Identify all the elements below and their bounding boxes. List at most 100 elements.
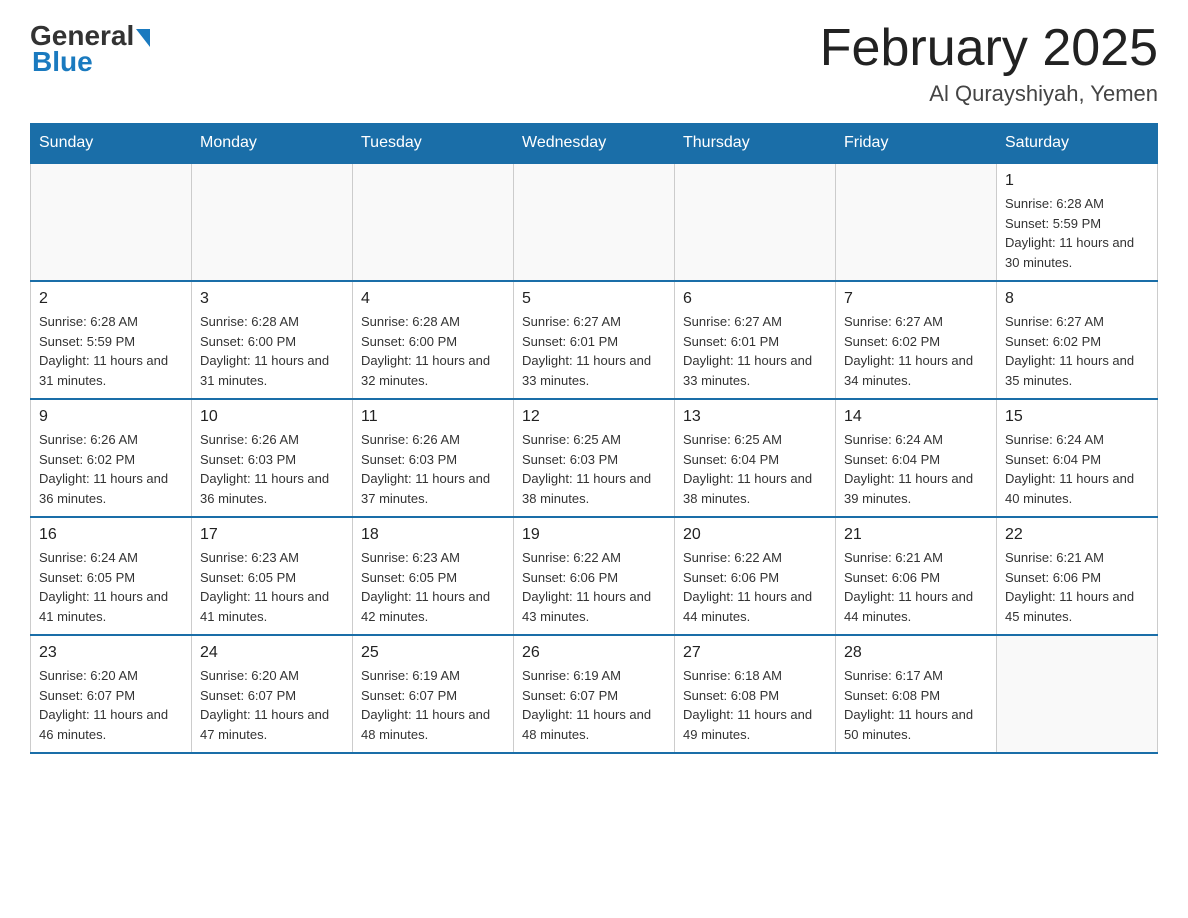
day-number: 22 — [1005, 526, 1149, 544]
month-title: February 2025 — [820, 20, 1158, 77]
day-header-sunday: Sunday — [31, 124, 192, 164]
calendar-cell — [31, 163, 192, 281]
calendar-cell: 14 Sunrise: 6:24 AMSunset: 6:04 PMDayligh… — [836, 399, 997, 517]
calendar-cell: 7 Sunrise: 6:27 AMSunset: 6:02 PMDaylight… — [836, 281, 997, 399]
day-number: 2 — [39, 290, 183, 308]
day-number: 3 — [200, 290, 344, 308]
logo-arrow-icon — [136, 29, 150, 47]
title-area: February 2025 Al Qurayshiyah, Yemen — [820, 20, 1158, 107]
day-number: 4 — [361, 290, 505, 308]
day-info: Sunrise: 6:23 AMSunset: 6:05 PMDaylight:… — [200, 548, 344, 626]
day-number: 14 — [844, 408, 988, 426]
day-header-monday: Monday — [192, 124, 353, 164]
day-info: Sunrise: 6:24 AMSunset: 6:05 PMDaylight:… — [39, 548, 183, 626]
day-number: 26 — [522, 644, 666, 662]
day-number: 7 — [844, 290, 988, 308]
day-number: 23 — [39, 644, 183, 662]
day-header-saturday: Saturday — [997, 124, 1158, 164]
day-info: Sunrise: 6:25 AMSunset: 6:04 PMDaylight:… — [683, 430, 827, 508]
day-number: 21 — [844, 526, 988, 544]
calendar-cell: 25 Sunrise: 6:19 AMSunset: 6:07 PMDayligh… — [353, 635, 514, 753]
calendar-cell: 19 Sunrise: 6:22 AMSunset: 6:06 PMDayligh… — [514, 517, 675, 635]
day-info: Sunrise: 6:21 AMSunset: 6:06 PMDaylight:… — [844, 548, 988, 626]
calendar-cell: 18 Sunrise: 6:23 AMSunset: 6:05 PMDayligh… — [353, 517, 514, 635]
day-info: Sunrise: 6:19 AMSunset: 6:07 PMDaylight:… — [522, 666, 666, 744]
calendar-cell: 16 Sunrise: 6:24 AMSunset: 6:05 PMDayligh… — [31, 517, 192, 635]
calendar-cell: 10 Sunrise: 6:26 AMSunset: 6:03 PMDayligh… — [192, 399, 353, 517]
calendar-cell: 1 Sunrise: 6:28 AMSunset: 5:59 PMDaylight… — [997, 163, 1158, 281]
calendar-table: SundayMondayTuesdayWednesdayThursdayFrid… — [30, 123, 1158, 754]
day-number: 10 — [200, 408, 344, 426]
calendar-cell — [192, 163, 353, 281]
calendar-cell: 12 Sunrise: 6:25 AMSunset: 6:03 PMDayligh… — [514, 399, 675, 517]
day-info: Sunrise: 6:20 AMSunset: 6:07 PMDaylight:… — [39, 666, 183, 744]
day-info: Sunrise: 6:27 AMSunset: 6:02 PMDaylight:… — [844, 312, 988, 390]
day-number: 13 — [683, 408, 827, 426]
day-number: 15 — [1005, 408, 1149, 426]
day-info: Sunrise: 6:26 AMSunset: 6:03 PMDaylight:… — [361, 430, 505, 508]
day-info: Sunrise: 6:17 AMSunset: 6:08 PMDaylight:… — [844, 666, 988, 744]
day-info: Sunrise: 6:24 AMSunset: 6:04 PMDaylight:… — [1005, 430, 1149, 508]
day-info: Sunrise: 6:27 AMSunset: 6:01 PMDaylight:… — [683, 312, 827, 390]
day-number: 12 — [522, 408, 666, 426]
calendar-cell — [514, 163, 675, 281]
day-header-friday: Friday — [836, 124, 997, 164]
day-number: 19 — [522, 526, 666, 544]
calendar-cell: 21 Sunrise: 6:21 AMSunset: 6:06 PMDayligh… — [836, 517, 997, 635]
calendar-cell: 15 Sunrise: 6:24 AMSunset: 6:04 PMDayligh… — [997, 399, 1158, 517]
day-info: Sunrise: 6:23 AMSunset: 6:05 PMDaylight:… — [361, 548, 505, 626]
calendar-cell: 2 Sunrise: 6:28 AMSunset: 5:59 PMDaylight… — [31, 281, 192, 399]
day-info: Sunrise: 6:26 AMSunset: 6:02 PMDaylight:… — [39, 430, 183, 508]
day-info: Sunrise: 6:20 AMSunset: 6:07 PMDaylight:… — [200, 666, 344, 744]
calendar-cell: 17 Sunrise: 6:23 AMSunset: 6:05 PMDayligh… — [192, 517, 353, 635]
day-number: 20 — [683, 526, 827, 544]
day-info: Sunrise: 6:28 AMSunset: 5:59 PMDaylight:… — [1005, 194, 1149, 272]
day-info: Sunrise: 6:22 AMSunset: 6:06 PMDaylight:… — [683, 548, 827, 626]
day-number: 25 — [361, 644, 505, 662]
day-info: Sunrise: 6:22 AMSunset: 6:06 PMDaylight:… — [522, 548, 666, 626]
calendar-cell — [353, 163, 514, 281]
calendar-cell: 20 Sunrise: 6:22 AMSunset: 6:06 PMDayligh… — [675, 517, 836, 635]
day-number: 24 — [200, 644, 344, 662]
calendar-cell: 11Sunrise: 6:26 AMSunset: 6:03 PMDayligh… — [353, 399, 514, 517]
day-number: 18 — [361, 526, 505, 544]
day-info: Sunrise: 6:25 AMSunset: 6:03 PMDaylight:… — [522, 430, 666, 508]
calendar-cell — [675, 163, 836, 281]
day-number: 28 — [844, 644, 988, 662]
header: General Blue February 2025 Al Qurayshiya… — [30, 20, 1158, 107]
week-row-4: 16 Sunrise: 6:24 AMSunset: 6:05 PMDayligh… — [31, 517, 1158, 635]
day-info: Sunrise: 6:19 AMSunset: 6:07 PMDaylight:… — [361, 666, 505, 744]
day-info: Sunrise: 6:27 AMSunset: 6:02 PMDaylight:… — [1005, 312, 1149, 390]
calendar-cell: 3Sunrise: 6:28 AMSunset: 6:00 PMDaylight… — [192, 281, 353, 399]
day-info: Sunrise: 6:21 AMSunset: 6:06 PMDaylight:… — [1005, 548, 1149, 626]
logo: General Blue — [30, 20, 150, 78]
days-header-row: SundayMondayTuesdayWednesdayThursdayFrid… — [31, 124, 1158, 164]
day-number: 6 — [683, 290, 827, 308]
day-number: 1 — [1005, 172, 1149, 190]
location-title: Al Qurayshiyah, Yemen — [820, 81, 1158, 107]
calendar-cell — [997, 635, 1158, 753]
day-info: Sunrise: 6:26 AMSunset: 6:03 PMDaylight:… — [200, 430, 344, 508]
day-number: 16 — [39, 526, 183, 544]
calendar-cell: 8Sunrise: 6:27 AMSunset: 6:02 PMDaylight… — [997, 281, 1158, 399]
calendar-cell: 24 Sunrise: 6:20 AMSunset: 6:07 PMDayligh… — [192, 635, 353, 753]
calendar-cell: 4Sunrise: 6:28 AMSunset: 6:00 PMDaylight… — [353, 281, 514, 399]
calendar-cell: 6 Sunrise: 6:27 AMSunset: 6:01 PMDaylight… — [675, 281, 836, 399]
week-row-2: 2 Sunrise: 6:28 AMSunset: 5:59 PMDaylight… — [31, 281, 1158, 399]
week-row-3: 9Sunrise: 6:26 AMSunset: 6:02 PMDaylight… — [31, 399, 1158, 517]
day-header-thursday: Thursday — [675, 124, 836, 164]
day-header-wednesday: Wednesday — [514, 124, 675, 164]
calendar-cell: 22 Sunrise: 6:21 AMSunset: 6:06 PMDayligh… — [997, 517, 1158, 635]
day-info: Sunrise: 6:27 AMSunset: 6:01 PMDaylight:… — [522, 312, 666, 390]
calendar-cell: 28 Sunrise: 6:17 AMSunset: 6:08 PMDayligh… — [836, 635, 997, 753]
day-number: 5 — [522, 290, 666, 308]
day-number: 17 — [200, 526, 344, 544]
day-info: Sunrise: 6:28 AMSunset: 5:59 PMDaylight:… — [39, 312, 183, 390]
calendar-cell: 9Sunrise: 6:26 AMSunset: 6:02 PMDaylight… — [31, 399, 192, 517]
day-header-tuesday: Tuesday — [353, 124, 514, 164]
day-info: Sunrise: 6:24 AMSunset: 6:04 PMDaylight:… — [844, 430, 988, 508]
day-info: Sunrise: 6:18 AMSunset: 6:08 PMDaylight:… — [683, 666, 827, 744]
calendar-cell: 26 Sunrise: 6:19 AMSunset: 6:07 PMDayligh… — [514, 635, 675, 753]
calendar-cell: 27 Sunrise: 6:18 AMSunset: 6:08 PMDayligh… — [675, 635, 836, 753]
day-number: 27 — [683, 644, 827, 662]
